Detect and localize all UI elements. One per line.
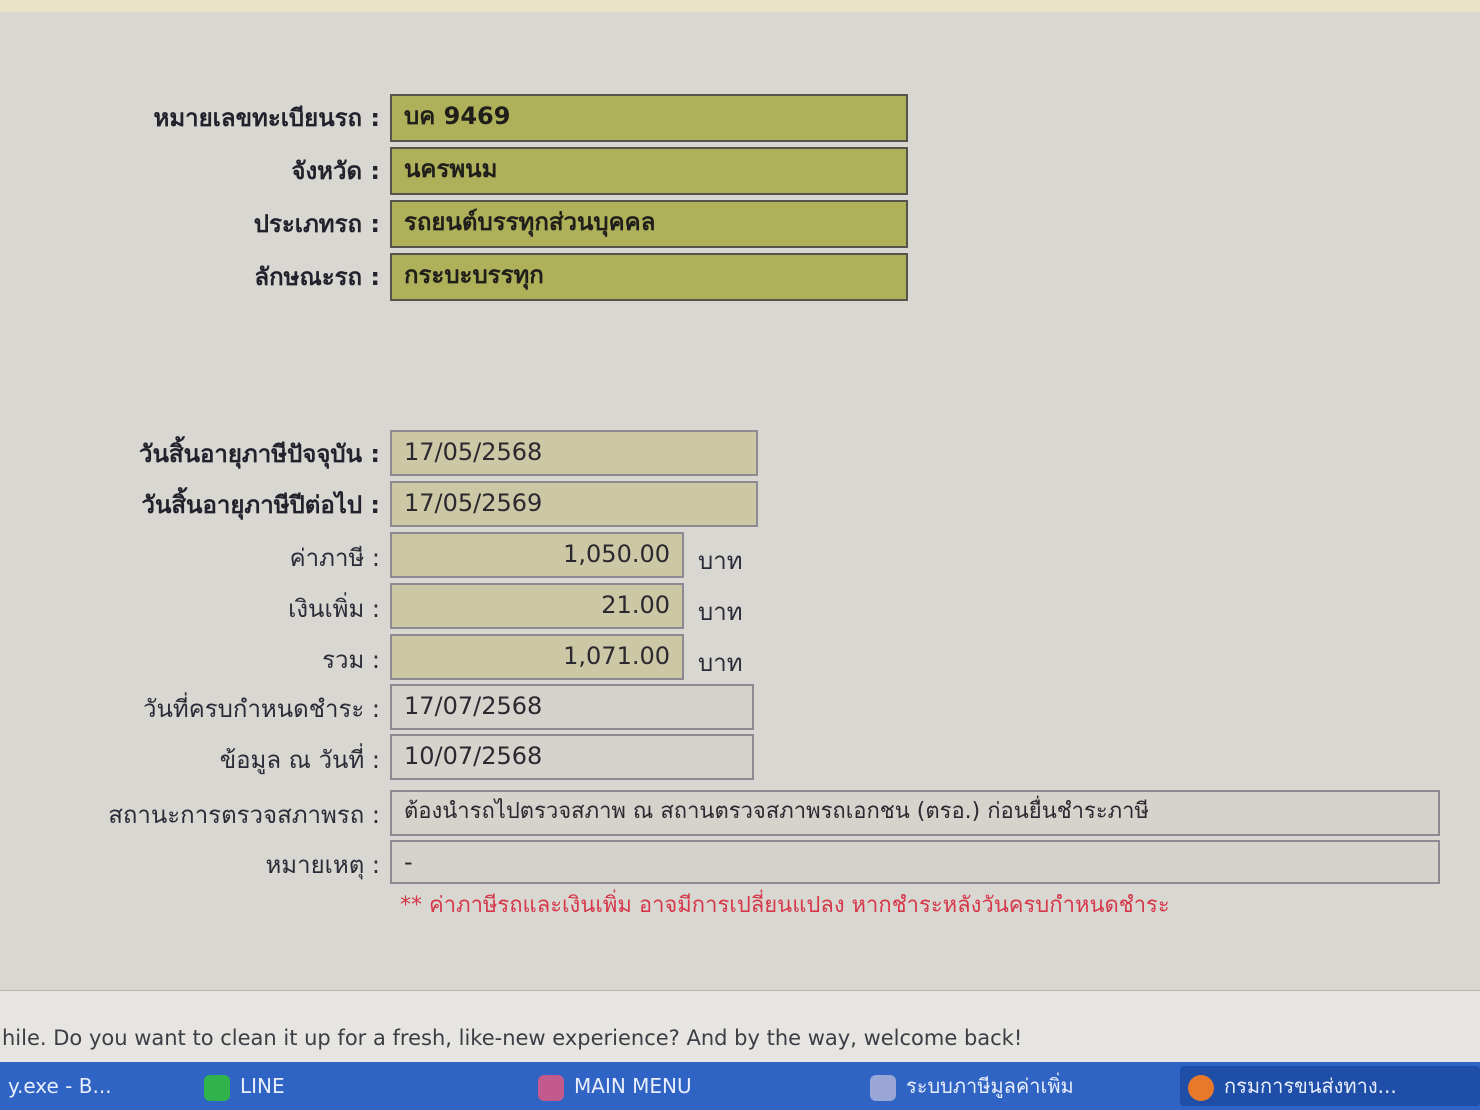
total-label: รวม : [322,646,380,674]
notification-text: hile. Do you want to clean it up for a f… [2,1026,1023,1050]
vat-system-app-icon [870,1074,896,1101]
line-app-icon [204,1074,230,1101]
tax-amount-field[interactable]: 1,050.00 [390,532,684,578]
surcharge-label: เงินเพิ่ม : [288,595,380,623]
taskbar-item-exe[interactable]: y.exe - B... [0,1066,170,1106]
taskbar-item-label: y.exe - B... [8,1074,112,1098]
plate-label: หมายเลขทะเบียนรถ : [153,104,381,132]
vehicle-type-field[interactable]: รถยนต์บรรทุกส่วนบุคคล [390,200,908,248]
data-date-field[interactable]: 10/07/2568 [390,734,754,780]
taskbar-item-line[interactable]: LINE [196,1066,496,1106]
taskbar-item-label: LINE [240,1074,285,1098]
taskbar-item-label: MAIN MENU [574,1074,692,1098]
taskbar-item-label: กรมการขนส่งทาง... [1224,1074,1397,1098]
vehicle-tax-form: หมายเลขทะเบียนรถ : บค 9469 จังหวัด : นคร… [0,0,1480,990]
taskbar-item-main-menu[interactable]: MAIN MENU [530,1066,830,1106]
warning-note: ** ค่าภาษีรถและเงินเพิ่ม อาจมีการเปลี่ยน… [400,893,1170,918]
total-unit: บาท [698,649,743,677]
tax-amount-label: ค่าภาษี : [289,544,380,572]
main-menu-app-icon [538,1074,564,1101]
total-field[interactable]: 1,071.00 [390,634,684,680]
notification-bar[interactable]: hile. Do you want to clean it up for a f… [0,990,1480,1062]
province-field[interactable]: นครพนม [390,147,908,195]
surcharge-field[interactable]: 21.00 [390,583,684,629]
inspection-status-label: สถานะการตรวจสภาพรถ : [108,801,380,829]
firefox-icon [1188,1074,1214,1101]
taskbar-item-vat-system[interactable]: ระบบภาษีมูลค่าเพิ่ม [862,1066,1162,1106]
remark-label: หมายเหตุ : [265,851,380,879]
taskbar-item-dlt-browser[interactable]: กรมการขนส่งทาง... [1180,1066,1480,1106]
due-date-field[interactable]: 17/07/2568 [390,684,754,730]
vehicle-type-label: ประเภทรถ : [253,210,380,238]
next-expiry-field[interactable]: 17/05/2569 [390,481,758,527]
next-expiry-label: วันสิ้นอายุภาษีปีต่อไป : [141,491,381,519]
current-expiry-field[interactable]: 17/05/2568 [390,430,758,476]
body-type-field[interactable]: กระบะบรรทุก [390,253,908,301]
taskbar: y.exe - B... LINE MAIN MENU ระบบภาษีมูลค… [0,1062,1480,1110]
tax-amount-unit: บาท [698,547,743,575]
remark-field[interactable]: - [390,840,1440,884]
province-label: จังหวัด : [291,157,380,185]
due-date-label: วันที่ครบกำหนดชำระ : [143,695,380,723]
taskbar-item-label: ระบบภาษีมูลค่าเพิ่ม [906,1074,1074,1098]
data-date-label: ข้อมูล ณ วันที่ : [219,746,380,774]
surcharge-unit: บาท [698,598,743,626]
current-expiry-label: วันสิ้นอายุภาษีปัจจุบัน : [139,440,380,468]
body-type-label: ลักษณะรถ : [254,263,380,291]
plate-field[interactable]: บค 9469 [390,94,908,142]
inspection-status-field[interactable]: ต้องนำรถไปตรวจสภาพ ณ สถานตรวจสภาพรถเอกชน… [390,790,1440,836]
